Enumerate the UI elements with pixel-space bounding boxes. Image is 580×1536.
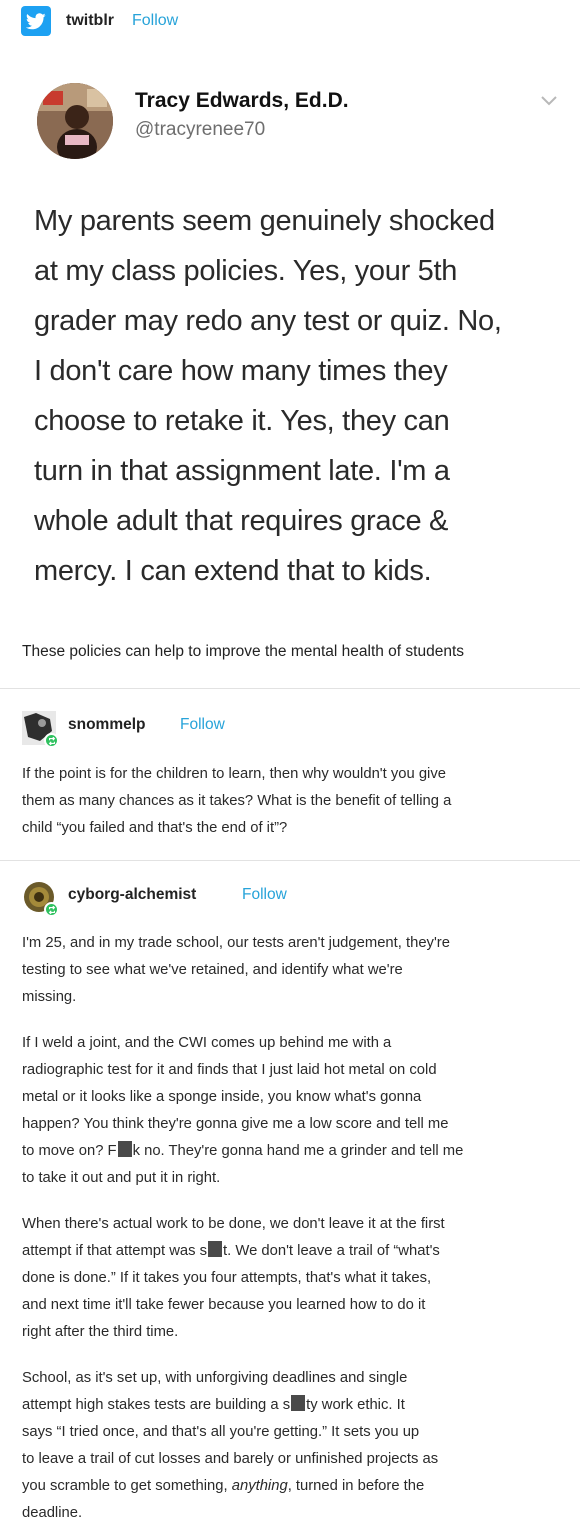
text-line: to take it out and put it in right. [22, 1170, 221, 1186]
tweet-line: at my class policies. Yes, your 5th [34, 255, 458, 287]
text-line: attempt if that attempt was s t. We don't… [22, 1238, 567, 1265]
text-line: happen? You think they're gonna give me … [22, 1116, 449, 1132]
reblog-username[interactable]: cyborg-alchemist [68, 886, 196, 904]
censor-box [291, 1395, 306, 1411]
reblog-paragraph: School, as it's set up, with unforgiving… [22, 1365, 567, 1527]
emphasis-text: anything [231, 1478, 288, 1494]
text-segment: to move on? F [22, 1143, 117, 1159]
reblog-username[interactable]: snommelp [68, 716, 146, 734]
text-line: child “you failed and that's the end of … [22, 820, 288, 836]
text-line: says “I tried once, and that's all you'r… [22, 1424, 420, 1440]
source-blog-name[interactable]: twitblr [66, 12, 114, 30]
text-segment: attempt high stakes tests are building a… [22, 1397, 291, 1413]
text-line: radiographic test for it and finds that … [22, 1062, 437, 1078]
post-caption: These policies can help to improve the m… [22, 643, 465, 660]
text-line: you scramble to get something, anything,… [22, 1473, 567, 1500]
divider [0, 688, 580, 689]
avatar[interactable] [22, 880, 59, 917]
text-line: testing to see what we've retained, and … [22, 962, 403, 978]
reblog-icon [44, 902, 59, 917]
text-line: School, as it's set up, with unforgiving… [22, 1370, 408, 1386]
follow-button[interactable]: Follow [132, 12, 178, 30]
follow-button[interactable]: Follow [242, 886, 287, 904]
text-line: metal or it looks like a sponge inside, … [22, 1089, 422, 1105]
tweet-line: mercy. I can extend that to kids. [34, 555, 432, 587]
reblog-paragraph: If I weld a joint, and the CWI comes up … [22, 1030, 567, 1192]
reblog-body: If the point is for the children to lear… [22, 761, 567, 842]
tweet-line: whole adult that requires grace & [34, 505, 449, 537]
text-line: missing. [22, 989, 77, 1005]
tweet-line: My parents seem genuinely shocked [34, 205, 495, 237]
censor-box [208, 1241, 223, 1257]
reblog-icon [44, 733, 59, 748]
tweet-author-name[interactable]: Tracy Edwards, Ed.D. [135, 89, 349, 113]
text-line: right after the third time. [22, 1324, 179, 1340]
text-segment: ty work ethic. It [306, 1397, 405, 1413]
reblog-paragraph: I'm 25, and in my trade school, our test… [22, 930, 567, 1011]
text-line: deadline. [22, 1505, 83, 1521]
post-header: twitblr Follow [21, 6, 178, 36]
text-line: attempt high stakes tests are building a… [22, 1392, 567, 1419]
tweet-author-handle[interactable]: @tracyrenee70 [135, 119, 265, 141]
text-line: When there's actual work to be done, we … [22, 1216, 445, 1232]
text-line: to move on? F k no. They're gonna hand me… [22, 1138, 567, 1165]
follow-button[interactable]: Follow [180, 716, 225, 734]
text-line: and next time it'll take fewer because y… [22, 1297, 426, 1313]
text-line: them as many chances as it takes? What i… [22, 793, 452, 809]
text-segment: attempt if that attempt was s [22, 1243, 208, 1259]
tweet-line: grader may redo any test or quiz. No, [34, 305, 502, 337]
tweet-line: I don't care how many times they [34, 355, 448, 387]
text-segment: you scramble to get something, [22, 1478, 232, 1494]
text-line: to leave a trail of cut losses and barel… [22, 1451, 439, 1467]
text-line: If I weld a joint, and the CWI comes up … [22, 1035, 392, 1051]
text-segment: , turned in before the [287, 1478, 425, 1494]
twitter-bird-icon [21, 6, 51, 36]
tweet-line: choose to retake it. Yes, they can [34, 405, 450, 437]
tumblr-post: twitblr Follow Tracy Edwards, Ed.D. @tra… [0, 0, 580, 1536]
reblog-paragraph: When there's actual work to be done, we … [22, 1211, 567, 1346]
tweet-text: My parents seem genuinely shocked at my … [34, 196, 564, 596]
chevron-down-icon[interactable] [540, 94, 558, 112]
text-segment: t. We don't leave a trail of “what's [223, 1243, 440, 1259]
divider [0, 860, 580, 861]
avatar[interactable] [22, 711, 59, 748]
censor-box [117, 1141, 132, 1157]
text-segment: k no. They're gonna hand me a grinder an… [132, 1143, 464, 1159]
text-line: If the point is for the children to lear… [22, 766, 446, 782]
text-line: done is done.” If it takes you four atte… [22, 1270, 432, 1286]
tweet-line: turn in that assignment late. I'm a [34, 455, 450, 487]
text-line: I'm 25, and in my trade school, our test… [22, 935, 450, 951]
avatar[interactable] [37, 83, 113, 159]
